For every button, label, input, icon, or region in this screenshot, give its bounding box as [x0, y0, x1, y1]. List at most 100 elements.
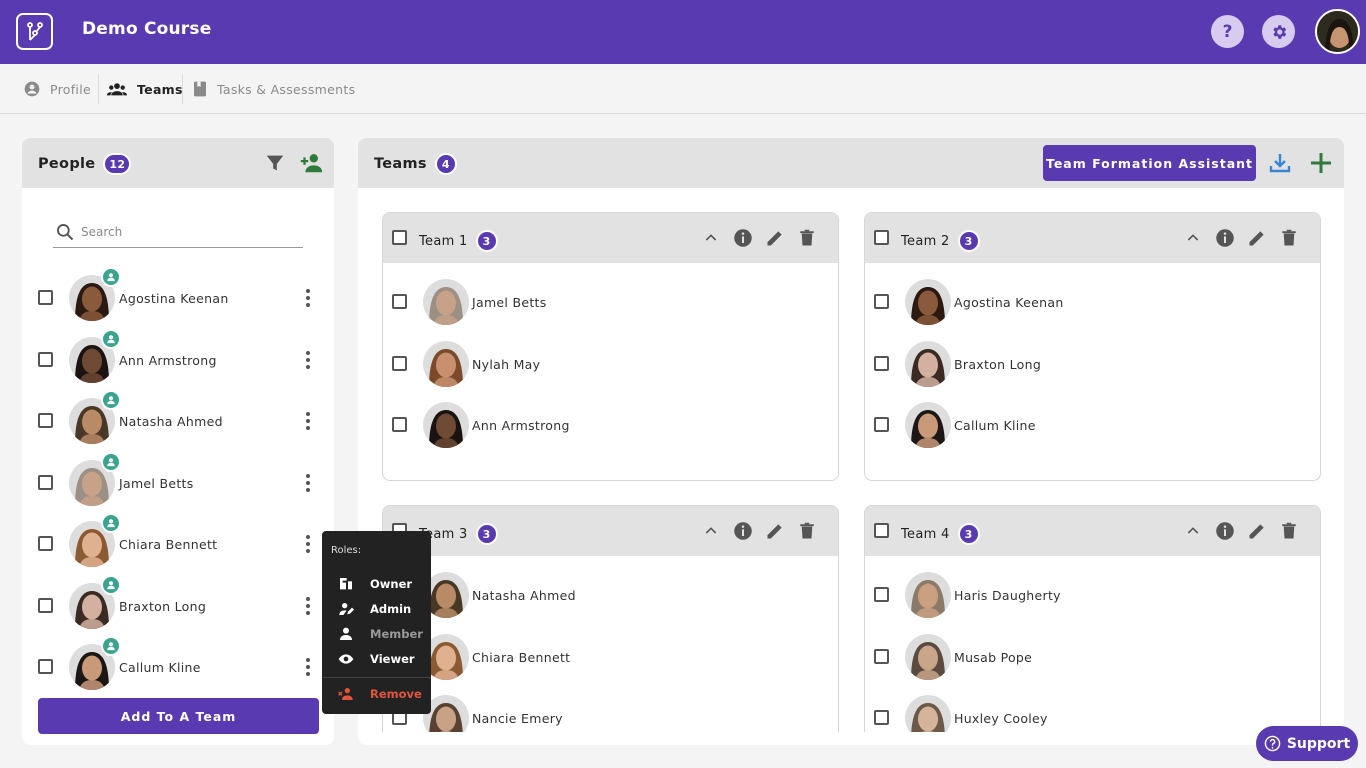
download-button[interactable] [1268, 151, 1292, 175]
search-icon [57, 224, 74, 241]
person-checkbox[interactable] [38, 475, 53, 490]
add-team-button[interactable] [1309, 151, 1333, 175]
info-icon[interactable] [733, 521, 753, 541]
person-checkbox[interactable] [38, 352, 53, 367]
person-row[interactable]: Agostina Keenan [22, 267, 334, 329]
member-role-icon [101, 452, 121, 472]
person-checkbox[interactable] [38, 290, 53, 305]
team-member-row[interactable]: Nancie Emery [383, 688, 838, 732]
team-member-row[interactable]: Musab Pope [865, 627, 1320, 687]
collapse-chevron-icon[interactable] [701, 228, 721, 248]
team-member-row[interactable]: Callum Kline [865, 395, 1320, 455]
tab-label: Tasks & Assessments [217, 81, 356, 97]
add-to-team-button[interactable]: Add To A Team [38, 698, 319, 734]
add-person-button[interactable] [298, 151, 324, 175]
remove-option[interactable]: Remove [322, 683, 431, 705]
roles-menu-label: Roles: [331, 545, 362, 556]
role-admin-option[interactable]: Admin [322, 598, 431, 620]
info-icon[interactable] [1215, 521, 1235, 541]
collapse-chevron-icon[interactable] [701, 521, 721, 541]
team-member-row[interactable]: Braxton Long [865, 334, 1320, 394]
info-icon[interactable] [733, 228, 753, 248]
member-checkbox[interactable] [874, 587, 889, 602]
delete-icon[interactable] [797, 521, 817, 541]
info-icon[interactable] [1215, 228, 1235, 248]
team-card-header: Team 2 3 [865, 213, 1320, 263]
team-checkbox[interactable] [392, 230, 407, 245]
team-member-row[interactable]: Ann Armstrong [383, 395, 838, 455]
delete-icon[interactable] [1279, 228, 1299, 248]
member-checkbox[interactable] [874, 649, 889, 664]
member-checkbox[interactable] [874, 356, 889, 371]
member-checkbox[interactable] [392, 417, 407, 432]
filter-button[interactable] [264, 152, 286, 174]
people-search[interactable]: Search [53, 222, 303, 248]
user-avatar[interactable] [1315, 9, 1360, 54]
more-options-icon[interactable] [305, 288, 311, 308]
member-checkbox[interactable] [874, 417, 889, 432]
collapse-chevron-icon[interactable] [1183, 521, 1203, 541]
role-owner-option[interactable]: Owner [322, 573, 431, 595]
person-row[interactable]: Callum Kline [22, 636, 334, 698]
member-checkbox[interactable] [392, 294, 407, 309]
team-member-row[interactable]: Jamel Betts [383, 272, 838, 332]
member-name: Braxton Long [954, 357, 1042, 372]
more-options-icon[interactable] [305, 473, 311, 493]
team-checkbox[interactable] [874, 523, 889, 538]
person-checkbox[interactable] [38, 413, 53, 428]
tab-tasks-assessments[interactable]: Tasks & Assessments [193, 64, 355, 114]
edit-icon[interactable] [1247, 521, 1267, 541]
tab-label: Teams [137, 81, 183, 97]
more-options-icon[interactable] [305, 657, 311, 677]
support-button[interactable]: Support [1256, 726, 1358, 761]
member-checkbox[interactable] [392, 356, 407, 371]
more-options-icon[interactable] [305, 350, 311, 370]
team-checkbox[interactable] [874, 230, 889, 245]
edit-icon[interactable] [765, 521, 785, 541]
team-member-row[interactable]: Huxley Cooley [865, 688, 1320, 732]
team-member-row[interactable]: Haris Daugherty [865, 565, 1320, 625]
person-row[interactable]: Natasha Ahmed [22, 390, 334, 452]
course-title: Demo Course [82, 19, 212, 39]
person-checkbox[interactable] [38, 536, 53, 551]
person-checkbox[interactable] [38, 659, 53, 674]
person-row[interactable]: Braxton Long [22, 575, 334, 637]
team-member-row[interactable]: Chiara Bennett [383, 627, 838, 687]
team-formation-assistant-button[interactable]: Team Formation Assistant [1043, 145, 1256, 181]
team-name: Team 1 [419, 233, 468, 249]
tab-teams[interactable]: Teams [107, 64, 183, 114]
team-member-row[interactable]: Nylah May [383, 334, 838, 394]
person-row[interactable]: Chiara Bennett [22, 513, 334, 575]
help-button[interactable]: ? [1211, 15, 1244, 48]
person-checkbox[interactable] [38, 598, 53, 613]
delete-icon[interactable] [797, 228, 817, 248]
search-input[interactable]: Search [81, 225, 122, 239]
member-avatar [905, 279, 951, 325]
team-member-row[interactable]: Agostina Keenan [865, 272, 1320, 332]
person-row[interactable]: Ann Armstrong [22, 329, 334, 391]
teams-panel-header: Teams 4 Team Formation Assistant [358, 138, 1344, 188]
more-options-icon[interactable] [305, 596, 311, 616]
teams-title: Teams 4 [374, 153, 457, 175]
team-card-header: Team 4 3 [865, 506, 1320, 556]
member-checkbox[interactable] [874, 294, 889, 309]
app-logo-icon[interactable] [16, 13, 53, 50]
member-avatar [423, 279, 469, 325]
member-avatar [905, 341, 951, 387]
collapse-chevron-icon[interactable] [1183, 228, 1203, 248]
edit-icon[interactable] [1247, 228, 1267, 248]
remove-label: Remove [370, 687, 422, 701]
team-member-row[interactable]: Natasha Ahmed [383, 565, 838, 625]
role-viewer-option[interactable]: Viewer [322, 648, 431, 670]
member-name: Jamel Betts [472, 295, 547, 310]
person-name: Callum Kline [119, 660, 201, 675]
person-row[interactable]: Jamel Betts [22, 452, 334, 514]
member-checkbox[interactable] [874, 710, 889, 725]
more-options-icon[interactable] [305, 411, 311, 431]
tab-profile[interactable]: Profile [24, 64, 91, 114]
settings-button[interactable] [1262, 15, 1295, 48]
role-member-option[interactable]: Member [322, 623, 431, 645]
delete-icon[interactable] [1279, 521, 1299, 541]
edit-icon[interactable] [765, 228, 785, 248]
more-options-icon[interactable] [305, 534, 311, 554]
